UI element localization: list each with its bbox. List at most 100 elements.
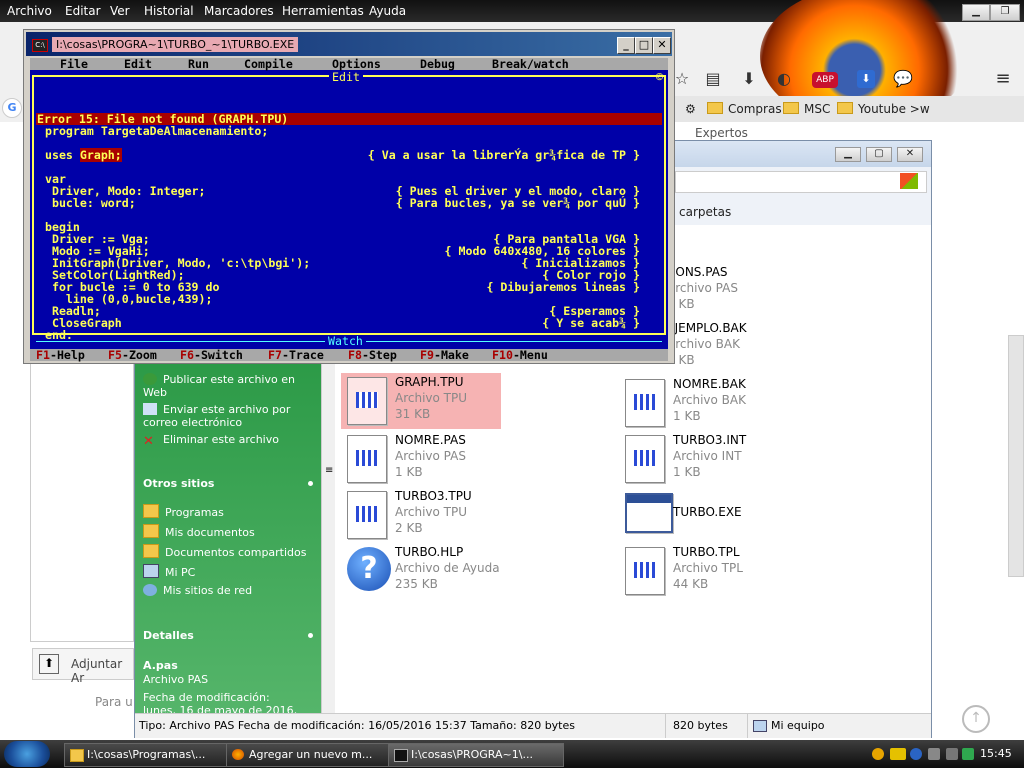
task-turbo[interactable]: I:\cosas\PROGRA~1\... [388,743,564,767]
turbo-minimize-button[interactable]: _ [617,37,635,54]
task-delete-file[interactable]: ✕ Eliminar este archivo [143,433,279,448]
bookmark-compras[interactable]: Compras [707,102,782,116]
key-f10[interactable]: F10-Menu [492,349,548,361]
file-name: GRAPH.TPU [395,375,464,389]
details-header[interactable]: Detalles [143,629,194,642]
google-g-icon[interactable]: G [2,98,22,118]
watch-label: Watch [325,335,366,347]
shield-down-icon[interactable]: ⬇ [857,70,875,88]
menu-run[interactable]: Run [188,58,209,70]
adblock-icon[interactable]: ABP [812,72,838,88]
resize-icon[interactable]: © [656,71,663,83]
key-name: F5 [108,348,122,362]
mask-icon[interactable]: ◐ [773,68,795,90]
menu-file[interactable]: File [60,58,88,70]
place-mis-documentos[interactable]: Mis documentos [143,524,255,539]
menu-archivo[interactable]: Archivo [7,4,52,18]
key-name: F1 [36,348,50,362]
menu-marcadores[interactable]: Marcadores [204,4,274,18]
scroll-top-icon[interactable]: ↑ [962,705,990,733]
task-send-email[interactable]: Enviar este archivo por correo electróni… [143,403,303,429]
status-text: Tipo: Archivo PAS Fecha de modificación:… [139,719,575,732]
bluetooth-tray-icon[interactable] [910,748,922,760]
explorer-minimize-button[interactable]: ▁ [835,147,861,162]
collapse-icon[interactable] [308,481,313,486]
bookmark-msc[interactable]: MSC [783,102,830,116]
file-item[interactable]: TURBO.EXE [619,487,899,543]
menu-options[interactable]: Options [332,58,381,70]
file-item-selected[interactable]: GRAPH.TPU Archivo TPU 31 KB [341,373,501,429]
file-item[interactable]: NOMRE.BAK Archivo BAK 1 KB [619,375,899,431]
key-f8[interactable]: F8-Step [348,349,397,361]
file-item[interactable]: TURBO3.INT Archivo INT 1 KB [619,431,899,487]
key-label: -Trace [281,348,324,362]
task-firefox[interactable]: Agregar un nuevo m... [226,743,402,767]
file-name: CONS.PAS [667,265,728,279]
start-button[interactable] [4,741,50,767]
menu-ver[interactable]: Ver [110,4,130,18]
explorer-close-button[interactable]: ✕ [897,147,923,162]
bookmark-youtube[interactable]: Youtube >w [837,102,930,116]
key-f6[interactable]: F6-Switch [180,349,243,361]
firefox-minimize-button[interactable]: ▁ [962,4,990,21]
menu-editar[interactable]: Editar [65,4,101,18]
clock[interactable]: 15:45 [980,747,1012,760]
key-label: -Switch [193,348,243,362]
tray-icon[interactable] [890,748,906,760]
toolbar-strip [675,171,927,193]
place-mis-sitios-red[interactable]: Mis sitios de red [143,584,252,597]
tray-icon[interactable] [946,748,958,760]
place-programas[interactable]: Programas [143,504,224,519]
details-date: Fecha de modificación: lunes, 16 de mayo… [143,691,298,713]
collapse-icon[interactable] [308,633,313,638]
file-item[interactable]: TURBO.TPL Archivo TPL 44 KB [619,543,899,599]
other-places-header[interactable]: Otros sitios [143,477,214,490]
code-line[interactable]: end. [38,329,73,341]
code-line[interactable]: bucle: word; [38,197,136,209]
key-f5[interactable]: F5-Zoom [108,349,157,361]
firefox-maximize-button[interactable]: ❐ [990,4,1020,21]
menu-historial[interactable]: Historial [144,4,194,18]
page-scrollbar[interactable] [1008,335,1024,577]
attach-button[interactable]: ⬆ Adjuntar Ar [32,648,134,685]
file-type: Archivo PAS [395,449,466,463]
file-item[interactable]: TURBO3.TPU Archivo TPU 2 KB [341,487,621,543]
key-f1[interactable]: F1-Help [36,349,85,361]
turbo-close-button[interactable]: ✕ [653,37,671,54]
explorer-maximize-button[interactable]: ▢ [866,147,892,162]
task-explorer[interactable]: I:\cosas\Programas\... [64,743,240,767]
menu-break-watch[interactable]: Break/watch [492,58,569,70]
status-divider [665,714,666,738]
code-line[interactable]: program TargetaDeAlmacenamiento; [38,125,268,137]
file-item[interactable]: ? TURBO.HLP Archivo de Ayuda 235 KB [341,543,621,599]
file-size: 1 KB [673,409,701,423]
place-label: Documentos compartidos [165,546,307,559]
menu-herramientas[interactable]: Herramientas [282,4,364,18]
turbo-maximize-button[interactable]: □ [635,37,653,54]
extension-icon[interactable]: ⚙ [685,102,696,116]
reading-list-icon[interactable]: ▤ [702,68,724,90]
chat-icon[interactable]: 💬 [892,68,914,90]
menu-debug[interactable]: Debug [420,58,455,70]
key-f9[interactable]: F9-Make [420,349,469,361]
file-type: Archivo TPU [395,505,468,519]
java-tray-icon[interactable] [872,748,884,760]
expertos-tab[interactable]: Expertos [695,126,748,140]
folders-label[interactable]: carpetas [679,205,731,219]
menu-edit[interactable]: Edit [124,58,152,70]
download-icon[interactable]: ⬇ [738,68,760,90]
menu-ayuda[interactable]: Ayuda [369,4,406,18]
hamburger-menu-icon[interactable]: ≡ [992,68,1014,90]
menu-compile[interactable]: Compile [244,58,293,70]
update-tray-icon[interactable] [962,748,974,760]
file-type: Archivo INT [673,449,742,463]
key-f7[interactable]: F7-Trace [268,349,324,361]
network-tray-icon[interactable] [928,748,940,760]
task-publish-web[interactable]: Publicar este archivo en Web [143,373,321,399]
code-line[interactable]: uses Graph; [38,148,122,162]
file-name: NOMRE.PAS [395,433,466,447]
task-label: Enviar este archivo por correo electróni… [143,403,291,429]
place-mi-pc[interactable]: Mi PC [143,564,195,579]
place-documentos-compartidos[interactable]: Documentos compartidos [143,544,307,559]
file-item[interactable]: NOMRE.PAS Archivo PAS 1 KB [341,431,621,487]
